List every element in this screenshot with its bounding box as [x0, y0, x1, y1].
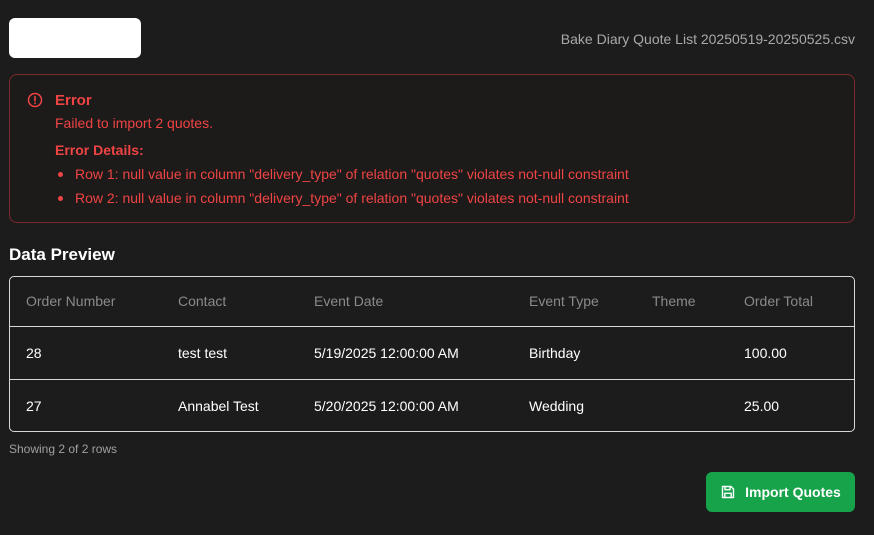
- column-header-contact: Contact: [178, 277, 314, 327]
- cell-event-type: Wedding: [529, 378, 652, 431]
- cell-contact: Annabel Test: [178, 378, 314, 431]
- table-row: 27 Annabel Test 5/20/2025 12:00:00 AM We…: [10, 378, 854, 431]
- cell-event-date: 5/20/2025 12:00:00 AM: [314, 378, 529, 431]
- import-quotes-button[interactable]: Import Quotes: [706, 472, 855, 512]
- import-page: Bake Diary Quote List 20250519-20250525.…: [0, 0, 874, 535]
- column-header-theme: Theme: [652, 277, 744, 327]
- column-header-order-total: Order Total: [744, 277, 854, 327]
- data-preview-table: Order Number Contact Event Date Event Ty…: [9, 276, 855, 432]
- import-quotes-label: Import Quotes: [745, 484, 841, 500]
- data-preview-title: Data Preview: [9, 245, 115, 264]
- error-detail-item: Row 1: null value in column "delivery_ty…: [55, 165, 629, 189]
- alert-circle-icon: [27, 92, 43, 108]
- error-message: Failed to import 2 quotes.: [55, 115, 213, 131]
- table-row: 28 test test 5/19/2025 12:00:00 AM Birth…: [10, 326, 854, 379]
- cell-order-number: 28: [26, 344, 42, 361]
- column-header-order-number: Order Number: [10, 277, 178, 327]
- file-name: Bake Diary Quote List 20250519-20250525.…: [560, 31, 855, 47]
- row-count-text: Showing 2 of 2 rows: [9, 442, 118, 456]
- blank-button[interactable]: [9, 18, 141, 58]
- cell-theme: [652, 326, 744, 379]
- save-icon: [721, 485, 735, 499]
- cell-order-total: 25.00: [744, 378, 854, 431]
- column-header-event-date: Event Date: [314, 277, 529, 327]
- cell-contact: test test: [178, 344, 228, 361]
- column-header-event-type: Event Type: [529, 277, 652, 327]
- cell-order-number: 27: [10, 378, 178, 431]
- table-header-row: Order Number Contact Event Date Event Ty…: [10, 277, 854, 327]
- error-details-label: Error Details:: [55, 142, 144, 158]
- cell-order-total: 100.00: [744, 344, 787, 361]
- error-detail-item: Row 2: null value in column "delivery_ty…: [55, 189, 629, 213]
- error-details-list: Row 1: null value in column "delivery_ty…: [55, 165, 629, 213]
- cell-event-type: Birthday: [529, 344, 581, 361]
- error-title: Error: [55, 92, 92, 109]
- cell-event-date: 5/19/2025 12:00:00 AM: [314, 344, 459, 361]
- error-alert: Error Failed to import 2 quotes. Error D…: [9, 74, 855, 223]
- cell-theme: [652, 378, 744, 431]
